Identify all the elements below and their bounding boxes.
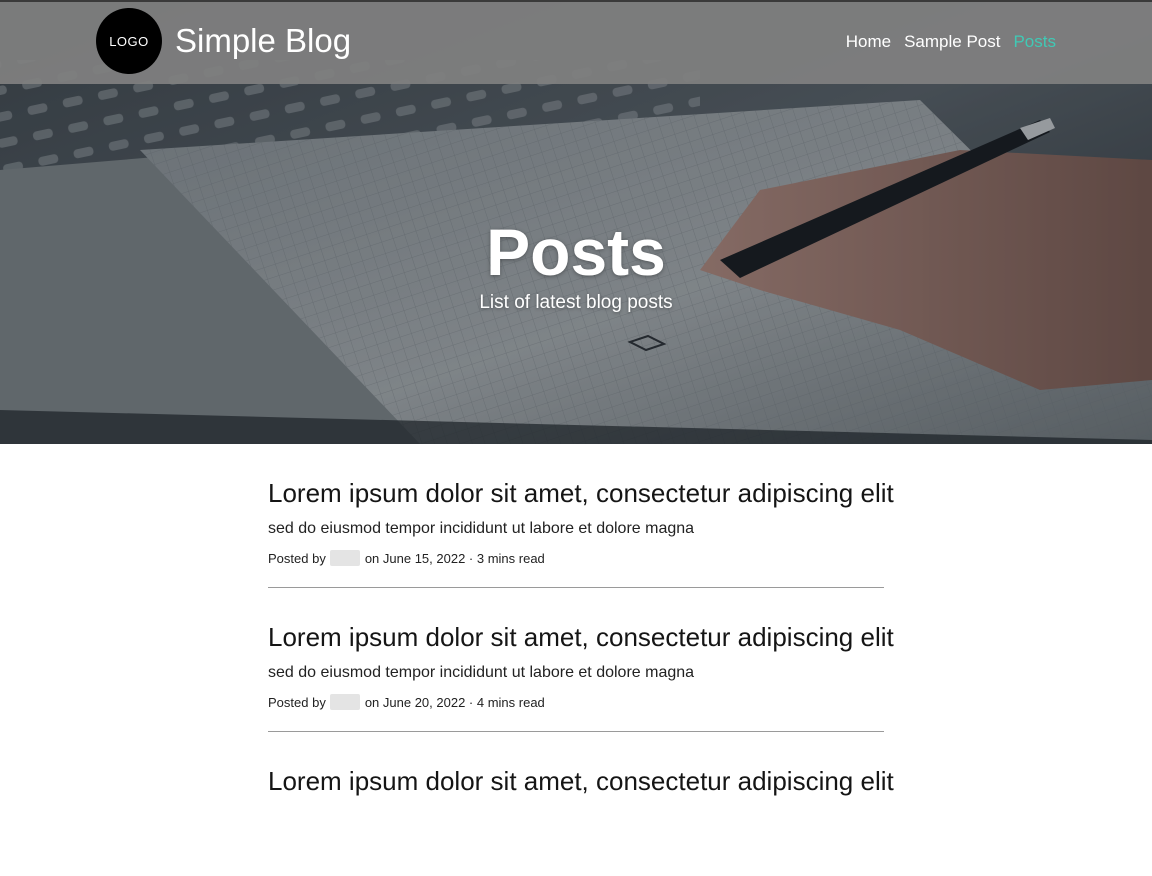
post-date: on June 15, 2022 · 3 mins read xyxy=(364,550,545,566)
post-excerpt[interactable]: sed do eiusmod tempor incididunt ut labo… xyxy=(268,520,694,538)
hero-heading: Posts List of latest blog posts xyxy=(0,216,1152,314)
post-title[interactable]: Lorem ipsum dolor sit amet, consectetur … xyxy=(268,478,894,509)
site-title[interactable]: Simple Blog xyxy=(175,22,351,60)
post-title[interactable]: Lorem ipsum dolor sit amet, consectetur … xyxy=(268,766,894,797)
post-date: on June 20, 2022 · 4 mins read xyxy=(364,694,545,710)
nav-link-posts[interactable]: Posts xyxy=(1013,32,1056,52)
post-meta: Posted by on June 15, 2022 · 3 mins read xyxy=(268,550,545,566)
page-subtitle: List of latest blog posts xyxy=(479,292,673,313)
post-excerpt[interactable]: sed do eiusmod tempor incididunt ut labo… xyxy=(268,664,694,682)
page-title: Posts xyxy=(486,215,666,289)
post-list: Lorem ipsum dolor sit amet, consectetur … xyxy=(268,444,894,876)
top-border xyxy=(0,0,1152,2)
nav-link-home[interactable]: Home xyxy=(846,32,891,52)
navbar: LOGO Simple Blog Home Sample Post Posts xyxy=(0,2,1152,84)
post-title[interactable]: Lorem ipsum dolor sit amet, consectetur … xyxy=(268,622,894,653)
logo-icon[interactable]: LOGO xyxy=(96,8,162,74)
nav-link-sample-post[interactable]: Sample Post xyxy=(904,32,1000,52)
nav-menu: Home Sample Post Posts xyxy=(846,32,1056,52)
post-preview: Lorem ipsum dolor sit amet, consectetur … xyxy=(268,444,894,588)
post-preview: Lorem ipsum dolor sit amet, consectetur … xyxy=(268,588,894,732)
posted-by-label: Posted by xyxy=(268,694,326,710)
author-link[interactable] xyxy=(329,550,360,566)
author-link[interactable] xyxy=(329,694,360,710)
posted-by-label: Posted by xyxy=(268,550,326,566)
post-meta: Posted by on June 20, 2022 · 4 mins read xyxy=(268,694,545,710)
post-preview: Lorem ipsum dolor sit amet, consectetur … xyxy=(268,732,894,876)
